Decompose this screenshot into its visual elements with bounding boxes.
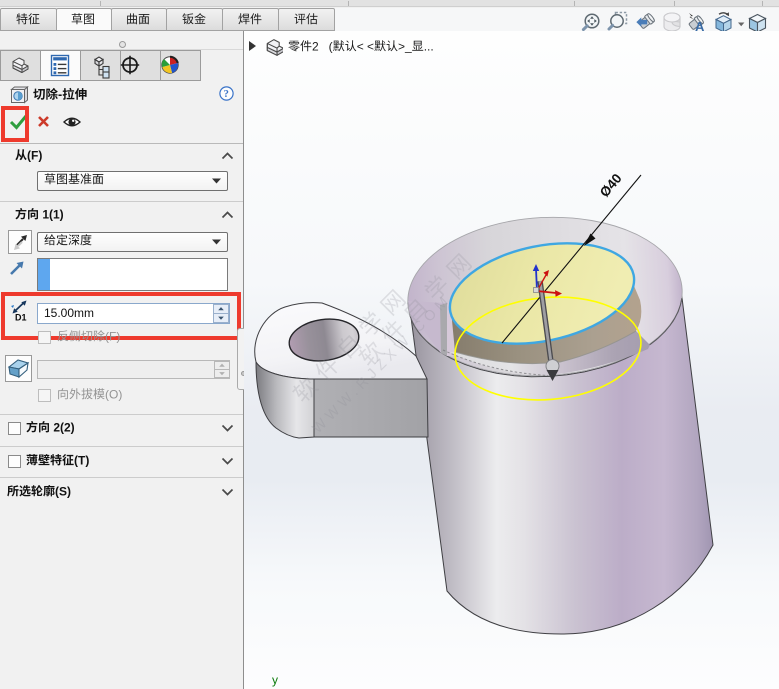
svg-text:(F): (F)	[105, 329, 120, 343]
svg-text:(T): (T)	[74, 453, 89, 467]
svg-text:2(2): 2(2)	[50, 420, 75, 434]
svg-text:>_: >_	[398, 39, 412, 53]
svg-text:...: ...	[424, 39, 434, 53]
svg-text:-: -	[58, 88, 62, 102]
svg-text:(O): (O)	[105, 387, 122, 401]
svg-text:< <: < <	[357, 39, 374, 53]
svg-text:(F): (F)	[27, 148, 42, 162]
svg-text:(S): (S)	[55, 484, 71, 498]
svg-text:?: ?	[224, 89, 229, 100]
svg-text:2 (: 2 (	[312, 39, 333, 53]
svg-text:1(1): 1(1)	[39, 207, 64, 221]
svg-text:y: y	[272, 673, 278, 687]
